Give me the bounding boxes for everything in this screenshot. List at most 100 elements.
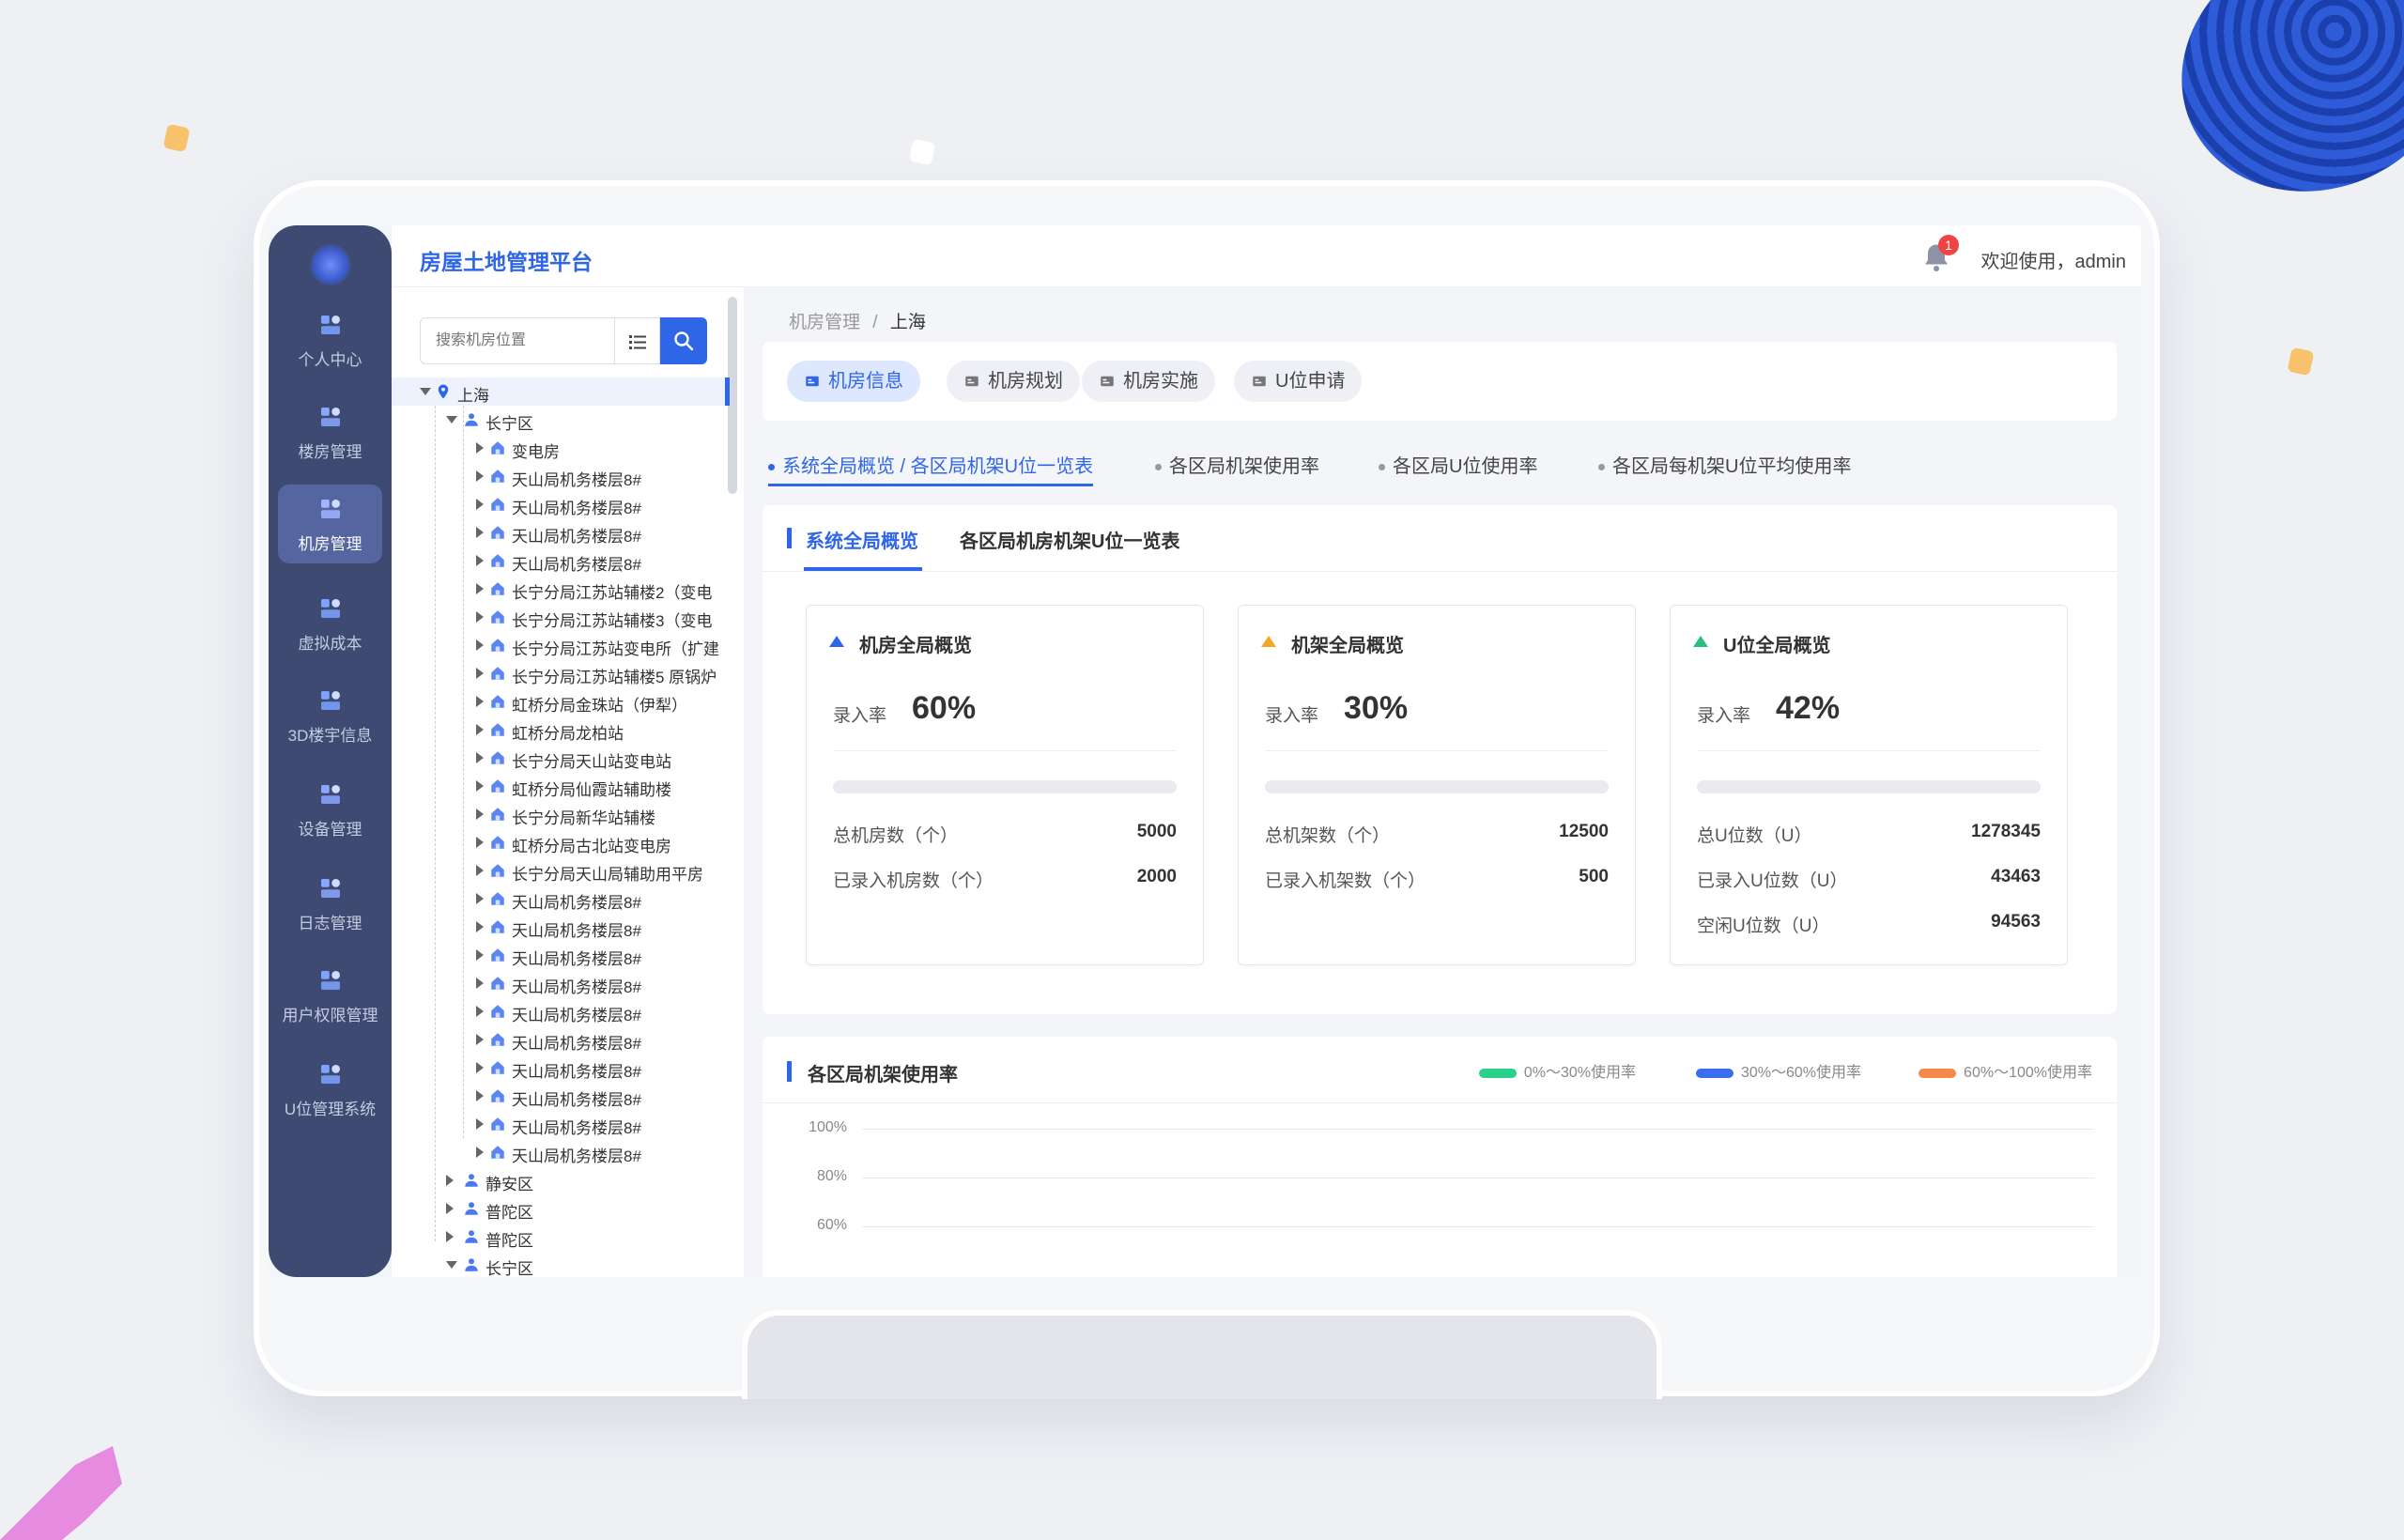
caret-right-icon[interactable] <box>476 555 484 566</box>
caret-down-icon[interactable] <box>420 388 431 395</box>
caret-right-icon[interactable] <box>476 1034 484 1045</box>
caret-right-icon[interactable] <box>476 837 484 848</box>
caret-right-icon[interactable] <box>476 1006 484 1017</box>
breadcrumb-parent[interactable]: 机房管理 <box>789 313 860 332</box>
caret-right-icon[interactable] <box>476 639 484 651</box>
subnav-label: 各区局U位使用率 <box>1393 456 1538 477</box>
tree-node-room[interactable]: 长宁分局江苏站辅楼3（变电 <box>392 603 730 631</box>
tab-district-rack-table[interactable]: 各区局机房机架U位一览表 <box>960 526 1179 553</box>
tree-node-room[interactable]: 天山局机务楼层8# <box>392 913 730 941</box>
tree-node-room[interactable]: 长宁分局新华站辅楼 <box>392 800 730 828</box>
tree-node-district[interactable]: 普陀区 <box>392 1194 730 1223</box>
caret-right-icon[interactable] <box>476 808 484 820</box>
tab-3[interactable]: 机房实施 <box>1082 361 1215 402</box>
subnav-item-3[interactable]: 各区局U位使用率 <box>1379 451 1537 478</box>
stat-title: 机架全局概览 <box>1291 636 1404 656</box>
location-pin-icon <box>438 384 449 399</box>
subnav-item-1[interactable]: 系统全局概览 / 各区局机架U位一览表 <box>768 451 1094 486</box>
tree-node-room[interactable]: 天山局机务楼层8# <box>392 969 730 997</box>
caret-right-icon[interactable] <box>476 752 484 763</box>
tree-node-room[interactable]: 长宁分局江苏站辅楼2（变电 <box>392 575 730 603</box>
caret-right-icon[interactable] <box>446 1203 454 1214</box>
legend-item-2[interactable]: 30%～60%使用率 <box>1695 1059 1861 1082</box>
caret-right-icon[interactable] <box>476 1147 484 1158</box>
tree-node-district[interactable]: 普陀区 <box>392 1223 730 1251</box>
nav-item-2[interactable]: 楼房管理 <box>278 393 382 471</box>
nav-item-9[interactable]: U位管理系统 <box>278 1050 382 1129</box>
nav-item-8[interactable]: 用户权限管理 <box>278 956 382 1035</box>
side-nav: 个人中心楼房管理机房管理虚拟成本 3D楼宇信息 设备管理日志管理用户权限管理 U位管理… <box>269 225 392 1277</box>
location-search-input[interactable] <box>420 317 615 364</box>
tree-node-room[interactable]: 虹桥分局古北站变电房 <box>392 828 730 856</box>
caret-right-icon[interactable] <box>476 724 484 735</box>
tree-node-room[interactable]: 变电房 <box>392 434 730 462</box>
caret-right-icon[interactable] <box>476 527 484 538</box>
tree-node-room[interactable]: 天山局机务楼层8# <box>392 941 730 969</box>
caret-right-icon[interactable] <box>476 780 484 792</box>
legend-item-1[interactable]: 0%～30%使用率 <box>1478 1059 1636 1082</box>
chart-title: 各区局机架使用率 <box>808 1065 958 1086</box>
caret-right-icon[interactable] <box>476 893 484 904</box>
caret-right-icon[interactable] <box>476 921 484 932</box>
tree-node-district[interactable]: 长宁区 <box>392 406 730 434</box>
caret-down-icon[interactable] <box>446 416 457 424</box>
tree-node-room[interactable]: 天山局机务楼层8# <box>392 462 730 490</box>
tab-4[interactable]: U位申请 <box>1234 361 1363 402</box>
tree-node-room[interactable]: 长宁分局天山局辅助用平房 <box>392 856 730 885</box>
tree-node-label: 天山局机务楼层8# <box>512 556 641 574</box>
caret-right-icon[interactable] <box>476 611 484 623</box>
tree-node-room[interactable]: 虹桥分局龙柏站 <box>392 716 730 744</box>
tree-node-room[interactable]: 虹桥分局金珠站（伊犁） <box>392 687 730 716</box>
caret-right-icon[interactable] <box>476 1090 484 1101</box>
tree-node-room[interactable]: 虹桥分局仙霞站辅助楼 <box>392 772 730 800</box>
tree-node-room[interactable]: 天山局机务楼层8# <box>392 1054 730 1082</box>
caret-right-icon[interactable] <box>476 696 484 707</box>
caret-right-icon[interactable] <box>476 865 484 876</box>
caret-right-icon[interactable] <box>476 442 484 454</box>
tree-node-label: 天山局机务楼层8# <box>512 978 641 996</box>
nav-item-1[interactable]: 个人中心 <box>278 300 382 379</box>
tree-node-room[interactable]: 天山局机务楼层8# <box>392 1138 730 1166</box>
nav-item-5[interactable]: 3D楼宇信息 <box>278 676 382 755</box>
search-button[interactable] <box>660 317 707 364</box>
tree-node-room[interactable]: 天山局机务楼层8# <box>392 997 730 1025</box>
tree-node-label: 虹桥分局金珠站（伊犁） <box>512 697 687 715</box>
tree-node-room[interactable]: 天山局机务楼层8# <box>392 547 730 575</box>
tree-node-room[interactable]: 长宁分局江苏站辅楼5 原锅炉 <box>392 659 730 687</box>
subnav-item-4[interactable]: 各区局每机架U位平均使用率 <box>1598 451 1851 478</box>
tree-node-room[interactable]: 长宁分局天山站变电站 <box>392 744 730 772</box>
tree-node-district[interactable]: 长宁区 <box>392 1251 730 1277</box>
caret-right-icon[interactable] <box>476 499 484 510</box>
subnav-item-2[interactable]: 各区局机架使用率 <box>1155 451 1319 478</box>
legend-item-3[interactable]: 60%～100%使用率 <box>1919 1059 2092 1082</box>
tree-node-district[interactable]: 静安区 <box>392 1166 730 1194</box>
caret-right-icon[interactable] <box>476 978 484 989</box>
divider <box>1697 750 2041 751</box>
caret-right-icon[interactable] <box>476 668 484 679</box>
caret-right-icon[interactable] <box>476 583 484 594</box>
tree-node-room[interactable]: 天山局机务楼层8# <box>392 1025 730 1054</box>
tree-node-room[interactable]: 天山局机务楼层8# <box>392 490 730 518</box>
tree-node-room[interactable]: 天山局机务楼层8# <box>392 1082 730 1110</box>
caret-right-icon[interactable] <box>476 1118 484 1130</box>
tab-system-overview[interactable]: 系统全局概览 <box>806 526 918 553</box>
tree-node-room[interactable]: 天山局机务楼层8# <box>392 1110 730 1138</box>
caret-right-icon[interactable] <box>476 1062 484 1073</box>
tree-node-room[interactable]: 长宁分局江苏站变电所（扩建 <box>392 631 730 659</box>
caret-right-icon[interactable] <box>476 470 484 482</box>
caret-right-icon[interactable] <box>446 1175 454 1186</box>
tab-1[interactable]: 机房信息 <box>787 361 920 402</box>
tree-node-room[interactable]: 天山局机务楼层8# <box>392 518 730 547</box>
nav-item-7[interactable]: 日志管理 <box>278 864 382 943</box>
tab-2[interactable]: 机房规划 <box>947 361 1080 402</box>
nav-item-6[interactable]: 设备管理 <box>278 770 382 849</box>
caret-right-icon[interactable] <box>446 1231 454 1242</box>
tree-node-room[interactable]: 天山局机务楼层8# <box>392 885 730 913</box>
caret-down-icon[interactable] <box>446 1261 457 1269</box>
nav-item-3[interactable]: 机房管理 <box>278 485 382 563</box>
caret-right-icon[interactable] <box>476 949 484 961</box>
tree-node-root[interactable]: 上海 <box>392 377 730 406</box>
list-view-button[interactable] <box>615 317 660 364</box>
district-icon <box>465 1174 478 1187</box>
nav-item-4[interactable]: 虚拟成本 <box>278 584 382 663</box>
